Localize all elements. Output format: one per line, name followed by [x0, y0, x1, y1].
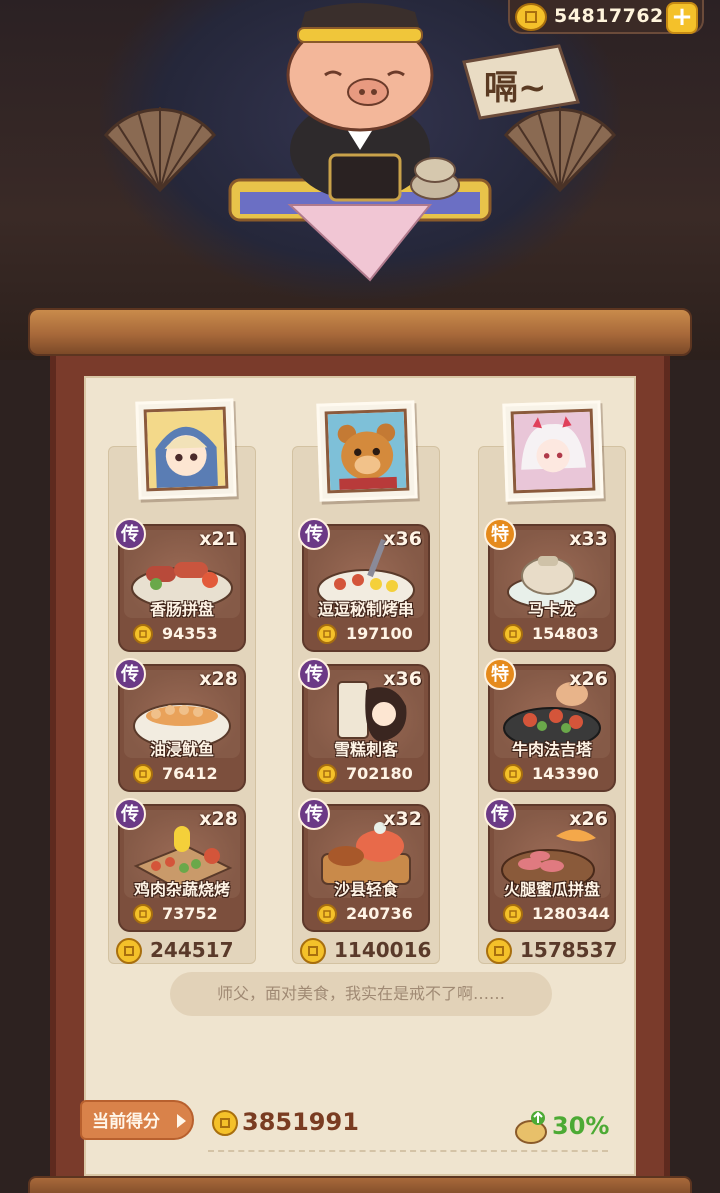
legendary-tier-badge: 传: [484, 798, 516, 830]
score-divider: [208, 1150, 608, 1152]
dish-price: 197100: [312, 622, 424, 646]
dish-price-value: 197100: [346, 624, 413, 643]
coin-icon: [116, 938, 142, 964]
scroll-bottom-rod: [28, 1176, 692, 1193]
coin-icon: [503, 904, 523, 924]
coin-icon: [133, 904, 153, 924]
dish-price: 76412: [128, 762, 240, 786]
column-total-3: 1578537: [478, 934, 626, 968]
left-fan-decoration: [103, 107, 217, 193]
bear-warrior-avatar: [324, 408, 410, 494]
dish-quantity: x28: [199, 668, 238, 690]
dish-quantity: x26: [569, 668, 608, 690]
dish-price-value: 702180: [346, 764, 413, 783]
dish-card[interactable]: 传 x28 油浸鱿鱼 76412: [114, 658, 246, 792]
coin-icon: [212, 1110, 238, 1136]
dish-price-value: 1280344: [532, 904, 610, 923]
dish-card[interactable]: 传 x36 逗逗秘制烤串 197100: [298, 518, 430, 652]
white-haired-demon-avatar: [510, 408, 596, 494]
column-total-value: 244517: [150, 938, 234, 962]
arrow-right-icon: [177, 1114, 186, 1128]
restaurant-scene: 嗝~ 54817762 +: [0, 0, 720, 360]
coin-bag-bonus-icon: [515, 1111, 547, 1144]
dish-price: 154803: [498, 622, 610, 646]
dish-card[interactable]: 传 x26 火腿蜜瓜拼盘 1280344: [484, 798, 616, 932]
coin-icon: [515, 3, 547, 31]
column-total-2: 1140016: [292, 934, 440, 968]
dish-card[interactable]: 传 x28 鸡肉杂蔬烧烤 73752: [114, 798, 246, 932]
coin-icon: [317, 624, 337, 644]
dish-price-value: 240736: [346, 904, 413, 923]
special-tier-badge: 特: [484, 658, 516, 690]
dish-price: 94353: [128, 622, 240, 646]
special-tier-badge: 特: [484, 518, 516, 550]
coin-balance: 54817762: [554, 5, 664, 27]
legendary-tier-badge: 传: [114, 798, 146, 830]
dish-price: 240736: [312, 902, 424, 926]
score-bonus-percent: 30%: [552, 1112, 610, 1140]
dish-quantity: x26: [569, 808, 608, 830]
dish-name: 香肠拼盘: [149, 600, 214, 619]
current-score-value: 3851991: [242, 1108, 359, 1136]
dish-name: 火腿蜜瓜拼盘: [503, 880, 600, 899]
dish-card[interactable]: 传 x21 香肠拼盘 94353: [114, 518, 246, 652]
dish-price-value: 143390: [532, 764, 599, 783]
dish-price-value: 154803: [532, 624, 599, 643]
add-coins-button[interactable]: +: [666, 2, 698, 34]
dish-quantity: x33: [569, 528, 608, 550]
coin-icon: [133, 764, 153, 784]
dish-price: 143390: [498, 762, 610, 786]
dish-name: 鸡肉杂蔬烧烤: [133, 880, 230, 899]
legendary-tier-badge: 传: [114, 518, 146, 550]
legendary-tier-badge: 传: [298, 518, 330, 550]
customer-portrait-1[interactable]: [135, 398, 237, 500]
scroll-top-rod: [28, 308, 692, 356]
legendary-tier-badge: 传: [114, 658, 146, 690]
dish-quantity: x36: [383, 668, 422, 690]
master-quote: 师父，面对美食，我实在是戒不了啊……: [170, 972, 552, 1016]
dish-name: 雪糕刺客: [333, 740, 398, 759]
current-score-label: 当前得分: [80, 1100, 194, 1140]
burp-text: 嗝~: [484, 68, 547, 108]
dish-price-value: 94353: [162, 624, 218, 643]
column-total-value: 1140016: [334, 938, 432, 962]
dish-price: 73752: [128, 902, 240, 926]
dish-name: 沙县轻食: [333, 880, 398, 899]
dish-price-value: 73752: [162, 904, 218, 923]
legendary-tier-badge: 传: [298, 658, 330, 690]
coin-icon: [133, 624, 153, 644]
dish-name: 牛肉法吉塔: [511, 740, 592, 759]
customer-portrait-3[interactable]: [502, 400, 604, 502]
coin-icon: [503, 624, 523, 644]
dish-quantity: x28: [199, 808, 238, 830]
dish-name: 油浸鱿鱼: [149, 740, 214, 759]
dish-quantity: x21: [199, 528, 238, 550]
dish-card[interactable]: 特 x33 马卡龙 154803: [484, 518, 616, 652]
column-total-value: 1578537: [520, 938, 618, 962]
coin-icon: [486, 938, 512, 964]
column-total-1: 244517: [108, 934, 256, 968]
current-score-text: 当前得分: [92, 1112, 160, 1132]
dish-quantity: x36: [383, 528, 422, 550]
dish-card[interactable]: 传 x36 雪糕刺客 702180: [298, 658, 430, 792]
dish-quantity: x32: [383, 808, 422, 830]
dish-name: 逗逗秘制烤串: [317, 600, 414, 619]
coin-icon: [317, 764, 337, 784]
dish-card[interactable]: 特 x26 牛肉法吉塔 143390: [484, 658, 616, 792]
burp-speech-tag: 嗝~: [454, 42, 584, 122]
dish-price-value: 76412: [162, 764, 218, 783]
dish-price: 702180: [312, 762, 424, 786]
legendary-tier-badge: 传: [298, 798, 330, 830]
coin-icon: [503, 764, 523, 784]
coin-icon: [300, 938, 326, 964]
blonde-girl-avatar: [143, 406, 229, 492]
dish-card[interactable]: 传 x32 沙县轻食 240736: [298, 798, 430, 932]
dish-price: 1280344: [498, 902, 610, 926]
coin-icon: [317, 904, 337, 924]
dish-name: 马卡龙: [527, 600, 576, 619]
customer-portrait-2[interactable]: [316, 400, 418, 502]
